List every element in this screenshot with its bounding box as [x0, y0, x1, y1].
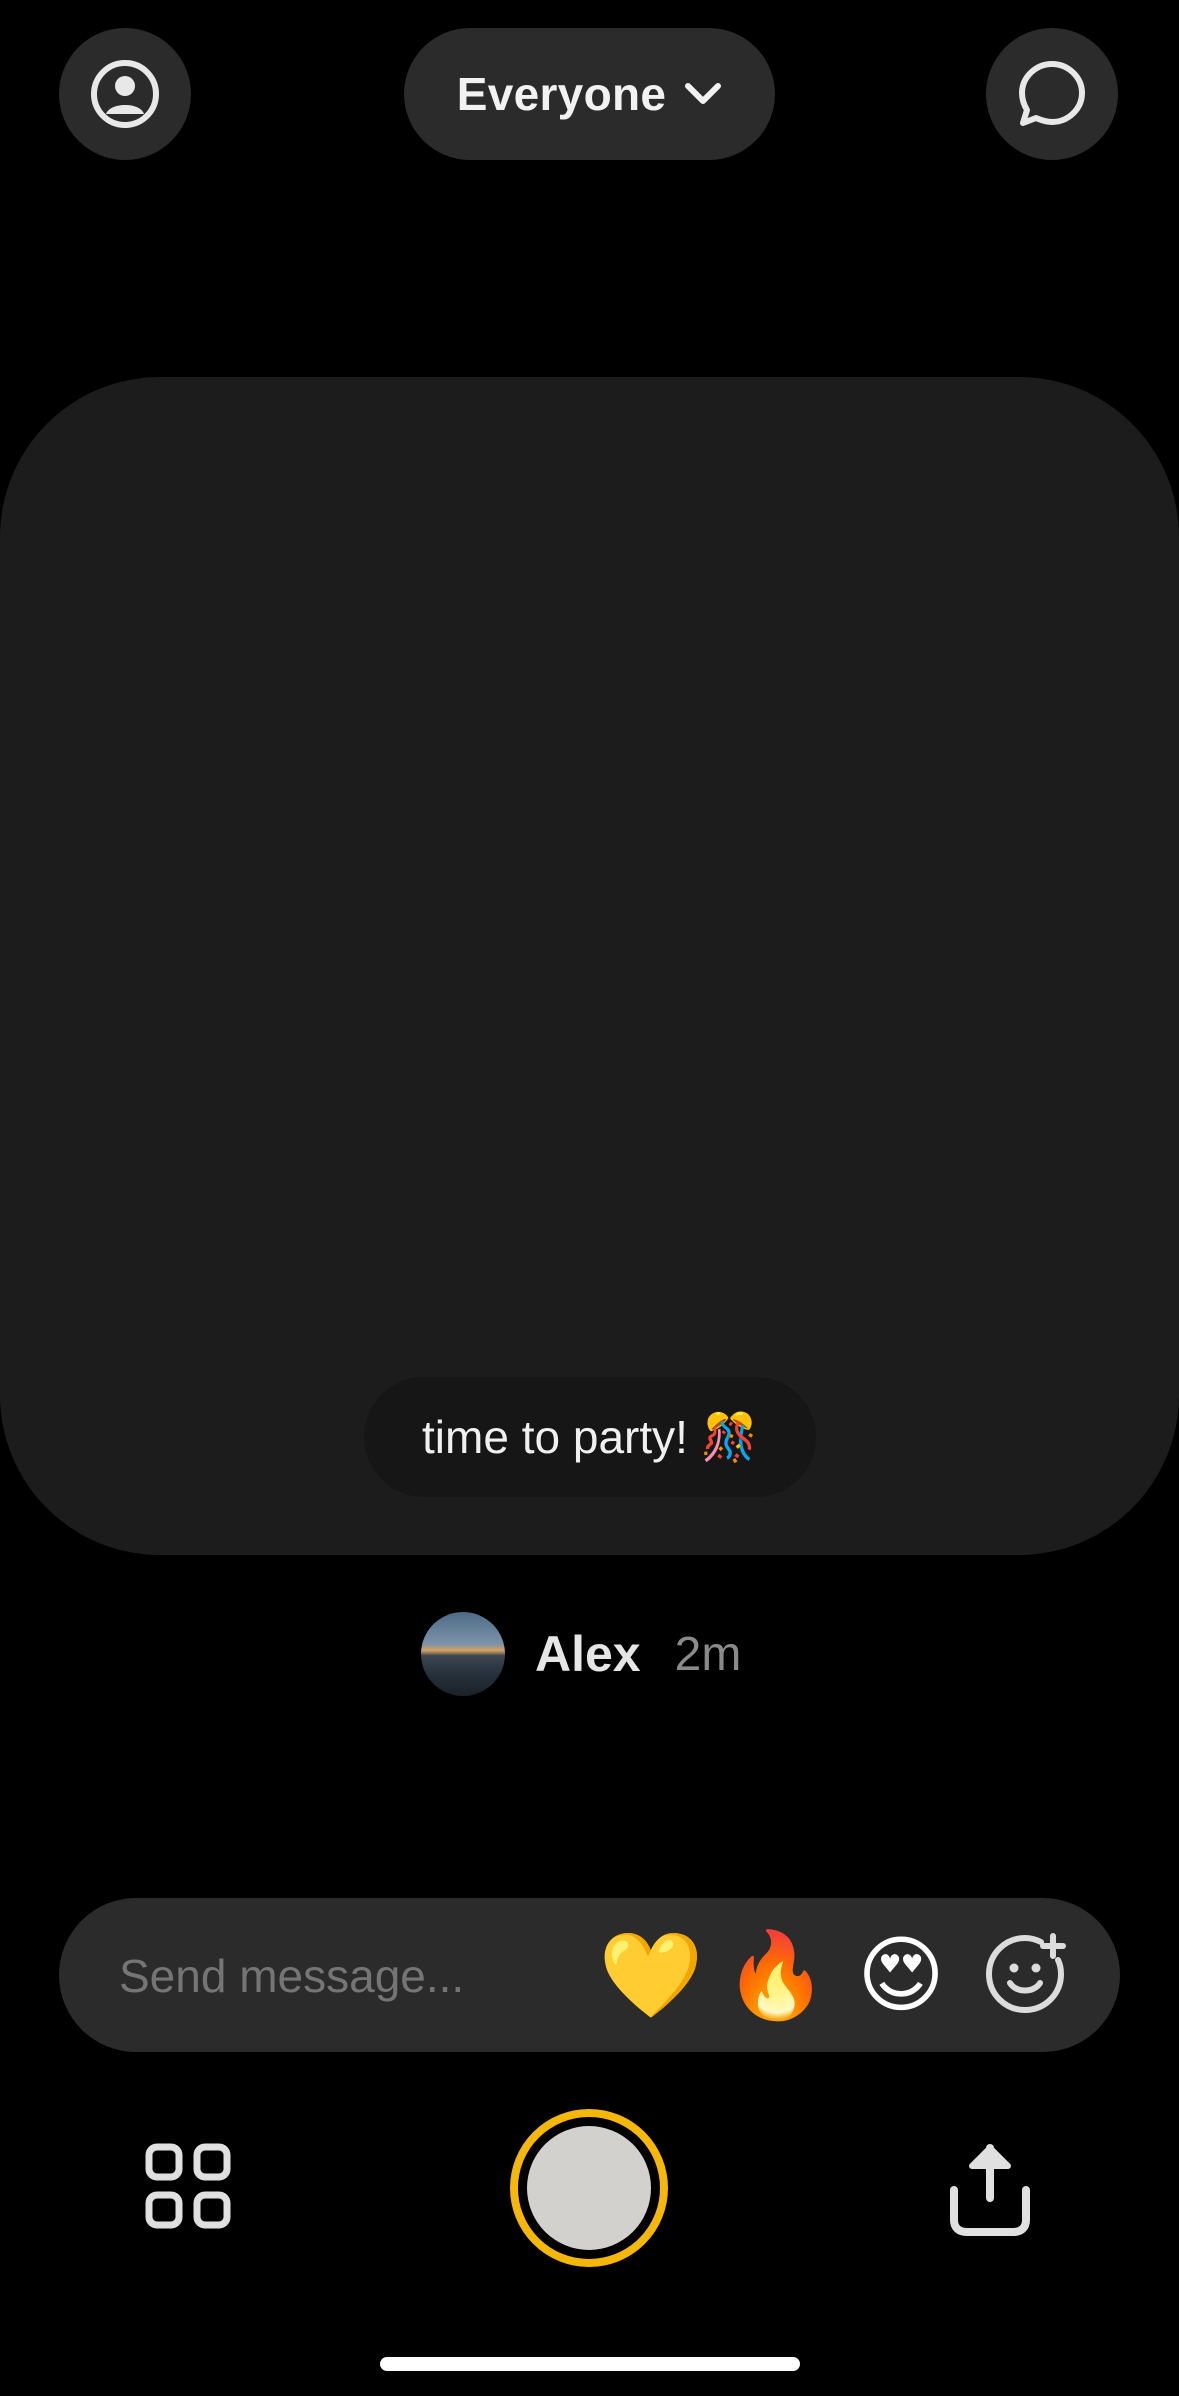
grid-button[interactable] [136, 2135, 240, 2239]
author-name: Alex [535, 1626, 641, 1682]
profile-button[interactable] [59, 28, 191, 160]
share-upload-icon [950, 2144, 1030, 2236]
shutter-button[interactable] [510, 2109, 668, 2267]
reaction-heart-button[interactable]: 💛 [599, 1925, 704, 2025]
chevron-down-icon [685, 83, 722, 104]
person-circle-icon [91, 60, 159, 128]
message-input[interactable] [117, 1898, 561, 2054]
chat-button[interactable] [986, 28, 1118, 160]
grid-icon [145, 2143, 231, 2229]
home-indicator[interactable] [380, 2357, 800, 2371]
post-time: 2m [674, 1627, 742, 1681]
author-row[interactable]: Alex 2m [421, 1612, 741, 1696]
photo-caption: time to party! 🎊 [364, 1377, 816, 1497]
add-emoji-icon [985, 1933, 1066, 2014]
share-button[interactable] [940, 2140, 1040, 2240]
reaction-fire-button[interactable]: 🔥 [724, 1925, 829, 2025]
reaction-heart-eyes-button[interactable]: 😍 [851, 1925, 951, 2025]
audience-selector[interactable]: Everyone [404, 28, 775, 160]
message-bar: 💛 🔥 😍 [59, 1898, 1120, 2054]
chat-bubble-icon [1019, 61, 1085, 126]
add-reaction-button[interactable] [976, 1925, 1076, 2025]
shutter-inner [527, 2126, 651, 2250]
audience-label: Everyone [456, 68, 667, 120]
avatar[interactable] [421, 1612, 505, 1696]
